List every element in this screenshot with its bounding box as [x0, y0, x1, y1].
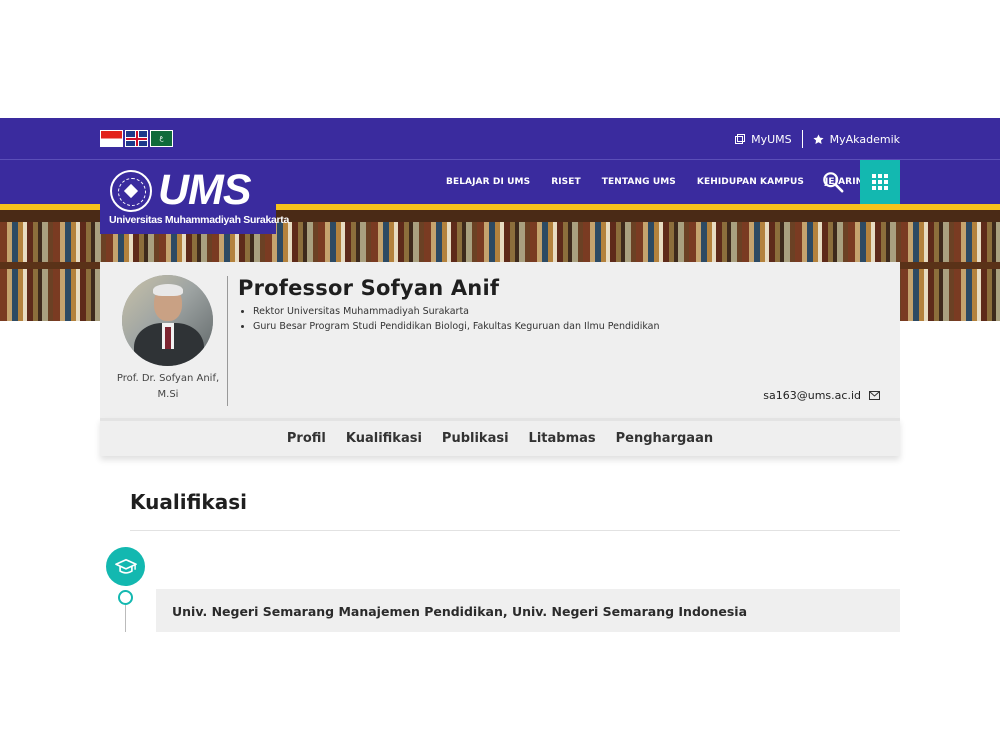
- timeline-line: [125, 605, 126, 632]
- logo-subtitle: Universitas Muhammadiyah Surakarta: [109, 214, 290, 226]
- flag-indonesia[interactable]: [100, 130, 123, 147]
- browser-viewport: ﻉ MyUMS MyAkademik BELAJAR DI UMS RISET …: [0, 118, 1000, 632]
- profile-tabs: Profil Kualifikasi Publikasi Litabmas Pe…: [100, 418, 900, 456]
- qualification-text: Univ. Negeri Semarang Manajemen Pendidik…: [172, 604, 748, 619]
- nav-item-riset[interactable]: RISET: [551, 177, 581, 187]
- position-item: Rektor Universitas Muhammadiyah Surakart…: [253, 306, 660, 317]
- profile-divider: [227, 276, 228, 406]
- graduation-cap-icon: [106, 547, 145, 586]
- tab-profil[interactable]: Profil: [287, 431, 326, 446]
- apps-grid-button[interactable]: [860, 160, 900, 204]
- timeline-marker: [118, 590, 133, 605]
- qualification-item: Univ. Negeri Semarang Manajemen Pendidik…: [156, 589, 900, 632]
- profile-card: Prof. Dr. Sofyan Anif, M.Si Professor So…: [100, 262, 900, 418]
- nav-item-belajar[interactable]: BELAJAR DI UMS: [446, 177, 530, 187]
- top-links: MyUMS MyAkademik: [735, 130, 900, 148]
- language-switcher: ﻉ: [100, 130, 173, 147]
- photo-caption: Prof. Dr. Sofyan Anif, M.Si: [116, 373, 220, 400]
- myums-label: MyUMS: [751, 132, 792, 146]
- top-divider: [801, 130, 803, 148]
- email-text: sa163@ums.ac.id: [763, 389, 861, 402]
- star-icon: [813, 133, 824, 144]
- myakademik-label: MyAkademik: [829, 132, 900, 146]
- window-icon: [735, 134, 746, 144]
- section-title: Kualifikasi: [130, 490, 247, 514]
- position-item: Guru Besar Program Studi Pendidikan Biol…: [253, 321, 660, 332]
- email-link[interactable]: sa163@ums.ac.id: [763, 389, 880, 402]
- grid-icon: [872, 174, 888, 190]
- profile-name: Professor Sofyan Anif: [238, 276, 500, 300]
- search-icon[interactable]: [822, 171, 844, 193]
- myums-link[interactable]: MyUMS: [735, 133, 792, 146]
- nav-item-kehidupan-kampus[interactable]: KEHIDUPAN KAMPUS: [697, 177, 804, 187]
- top-bar: ﻉ MyUMS MyAkademik: [0, 118, 1000, 160]
- flag-arabic[interactable]: ﻉ: [150, 130, 173, 147]
- nav-item-tentang[interactable]: TENTANG UMS: [602, 177, 676, 187]
- ums-seal-icon: [110, 170, 152, 212]
- mail-icon: [869, 391, 880, 400]
- position-list: Rektor Universitas Muhammadiyah Surakart…: [253, 306, 660, 336]
- ums-logo[interactable]: UMS Universitas Muhammadiyah Surakarta: [100, 166, 289, 234]
- tab-kualifikasi[interactable]: Kualifikasi: [346, 431, 422, 446]
- myakademik-link[interactable]: MyAkademik: [813, 133, 900, 146]
- tab-penghargaan[interactable]: Penghargaan: [616, 431, 713, 446]
- flag-uk[interactable]: [125, 130, 148, 147]
- tab-litabmas[interactable]: Litabmas: [529, 431, 596, 446]
- profile-photo: [122, 275, 213, 366]
- tab-publikasi[interactable]: Publikasi: [442, 431, 509, 446]
- section-divider: [130, 530, 900, 531]
- logo-title: UMS: [158, 166, 252, 214]
